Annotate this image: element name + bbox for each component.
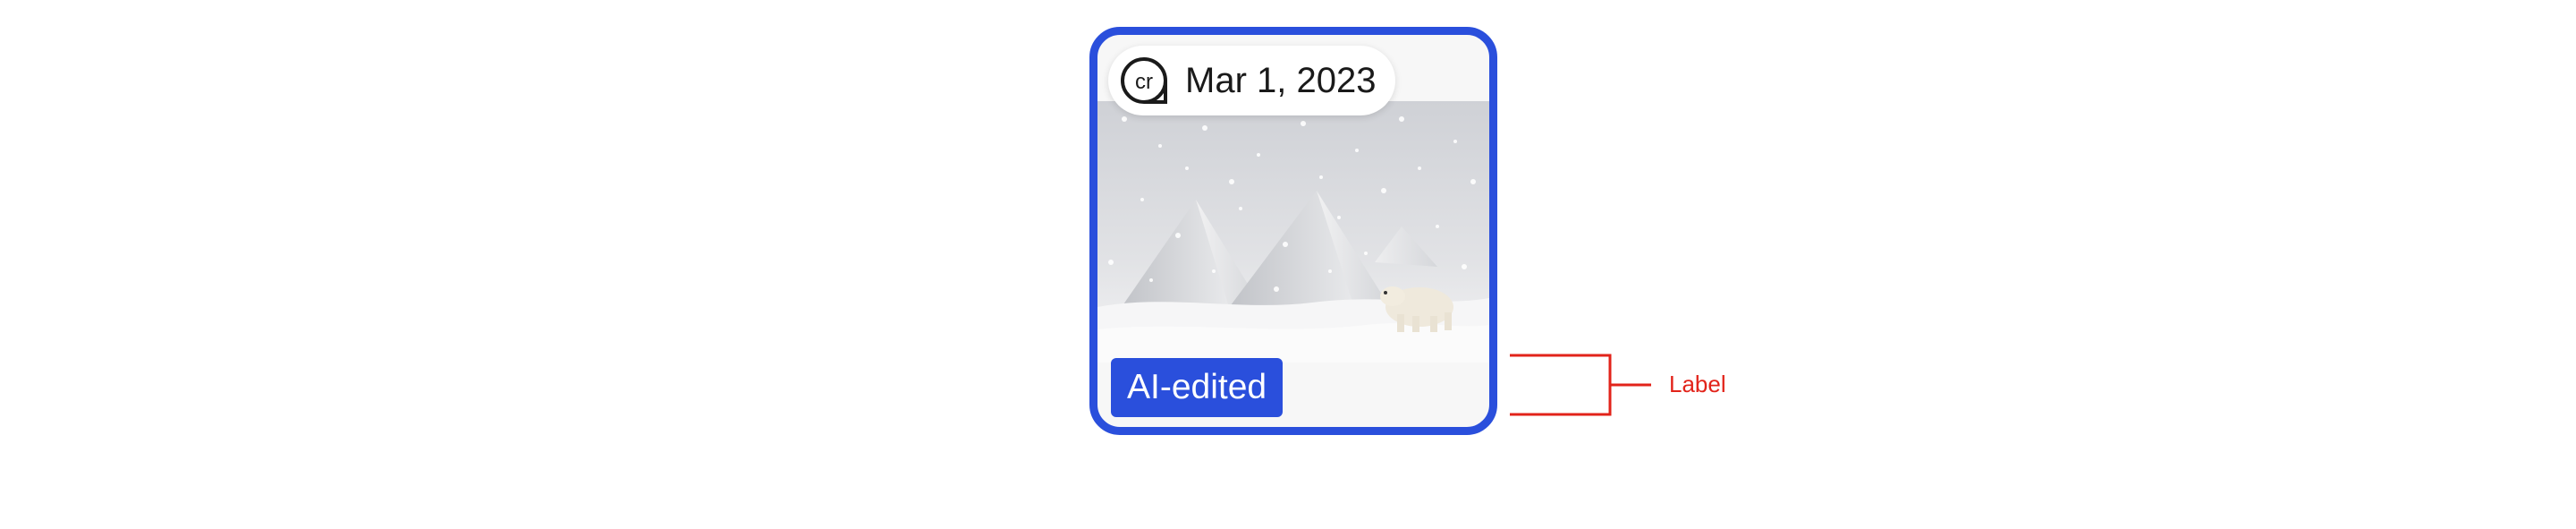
ai-edited-label: AI-edited	[1111, 358, 1284, 417]
svg-text:cr: cr	[1135, 70, 1153, 94]
credential-date: Mar 1, 2023	[1185, 60, 1377, 100]
credential-pill[interactable]: cr Mar 1, 2023	[1108, 46, 1396, 115]
content-credential-card: cr Mar 1, 2023 AI-edited	[1089, 27, 1497, 435]
content-credentials-cr-icon: cr	[1121, 57, 1167, 104]
pyramids-snow-scene	[1097, 101, 1489, 363]
annotation-bracket	[1510, 354, 1651, 416]
annotation-label: Label	[1669, 371, 1726, 397]
card-image	[1097, 101, 1489, 363]
